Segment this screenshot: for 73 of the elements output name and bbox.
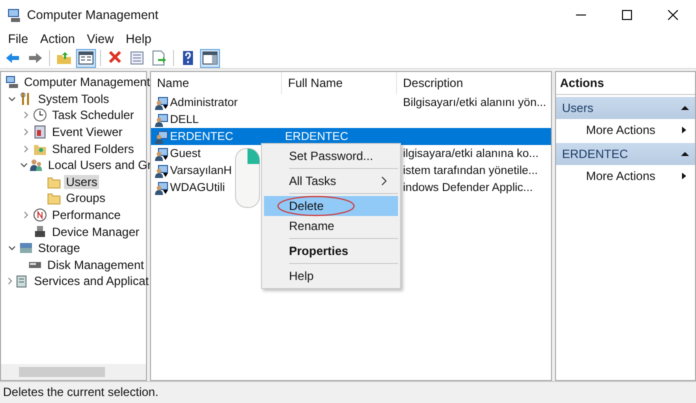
up-icon [56, 50, 72, 66]
clock-icon [33, 108, 47, 122]
tree-item[interactable]: Services and Applicat [32, 274, 151, 288]
device-icon [33, 224, 47, 239]
description: ilgisayara/etki alanına ko... [403, 148, 539, 160]
close-icon [668, 10, 678, 20]
menu-item[interactable]: Action [34, 32, 81, 46]
window-title: Computer Management [27, 8, 158, 22]
action-section-header[interactable]: Users [556, 97, 695, 119]
app-icon [7, 7, 23, 23]
actions-header: Actions [556, 72, 695, 95]
collapse-arrow-icon[interactable] [681, 151, 689, 157]
pane-icon [202, 50, 218, 66]
column-header[interactable]: Description [397, 72, 554, 94]
tree-item[interactable]: Disk Management [45, 258, 146, 272]
expand-chevron-icon[interactable] [21, 144, 31, 154]
menu-item[interactable]: Help [120, 32, 158, 46]
menu-item[interactable]: All Tasks [264, 171, 398, 191]
action-section-header[interactable]: ERDENTEC [556, 143, 695, 165]
menu-item[interactable]: Properties [264, 241, 398, 261]
back-icon [5, 50, 21, 66]
action-pane-button[interactable] [200, 48, 220, 68]
horizontal-scrollbar[interactable] [1, 364, 146, 380]
menu-item[interactable]: Help [264, 266, 398, 286]
folder-icon [47, 191, 61, 206]
tree-item[interactable]: Storage [36, 241, 82, 256]
properties-icon [129, 50, 145, 66]
tree-item[interactable]: System Tools [36, 92, 112, 106]
expand-chevron-icon[interactable] [21, 210, 31, 220]
tree-item[interactable]: Computer Management [22, 75, 152, 90]
submenu-arrow-icon [682, 172, 687, 180]
submenu-arrow-icon [682, 126, 687, 134]
forward-icon [27, 50, 43, 66]
column-header[interactable]: Full Name [282, 72, 397, 94]
events-icon [33, 125, 47, 140]
tree-item[interactable]: Device Manager [50, 224, 142, 239]
expand-chevron-icon[interactable] [21, 110, 31, 120]
description: Bilgisayarı/etki alanını yön... [403, 96, 546, 108]
user-name[interactable]: DELL [170, 114, 199, 126]
performance-icon [33, 208, 47, 222]
expand-chevron-icon[interactable] [5, 276, 15, 286]
tree-item[interactable]: Local Users and Gr [46, 158, 154, 172]
collapse-arrow-icon[interactable] [681, 105, 689, 111]
tree-item[interactable]: Task Scheduler [50, 108, 136, 122]
maximize-icon [622, 10, 632, 20]
menu-item[interactable]: View [80, 32, 120, 46]
export-icon [151, 50, 167, 66]
column-header[interactable]: Name [151, 72, 282, 94]
menu-item[interactable]: File [2, 32, 34, 46]
action-item[interactable]: More Actions [556, 119, 695, 141]
action-item[interactable]: More Actions [556, 165, 695, 187]
menu-item[interactable]: Delete [264, 196, 398, 216]
menu-item[interactable]: Rename [264, 216, 398, 236]
delete-icon [107, 50, 123, 66]
users-icon [29, 158, 43, 172]
user-name[interactable]: ERDENTEC [170, 130, 234, 142]
tree-item[interactable]: Performance [50, 208, 123, 222]
tree-item[interactable]: Users [64, 174, 100, 189]
full-name: ERDENTEC [285, 130, 348, 142]
help-icon [180, 50, 196, 66]
expand-chevron-icon[interactable] [21, 127, 31, 138]
menu-item[interactable]: Set Password... [264, 146, 398, 166]
folder-icon [47, 174, 61, 189]
tree-item[interactable]: Groups [64, 191, 108, 206]
tree-item[interactable]: Event Viewer [50, 125, 124, 140]
console-tree-button[interactable] [76, 48, 96, 68]
description: indows Defender Applic... [403, 182, 533, 194]
services-icon [15, 274, 29, 288]
computer-icon [5, 75, 19, 90]
tree-item[interactable]: Shared Folders [50, 142, 136, 156]
storage-icon [19, 241, 33, 256]
description: istem tarafından yönetile... [403, 164, 538, 176]
status-text: Deletes the current selection. [0, 381, 696, 403]
